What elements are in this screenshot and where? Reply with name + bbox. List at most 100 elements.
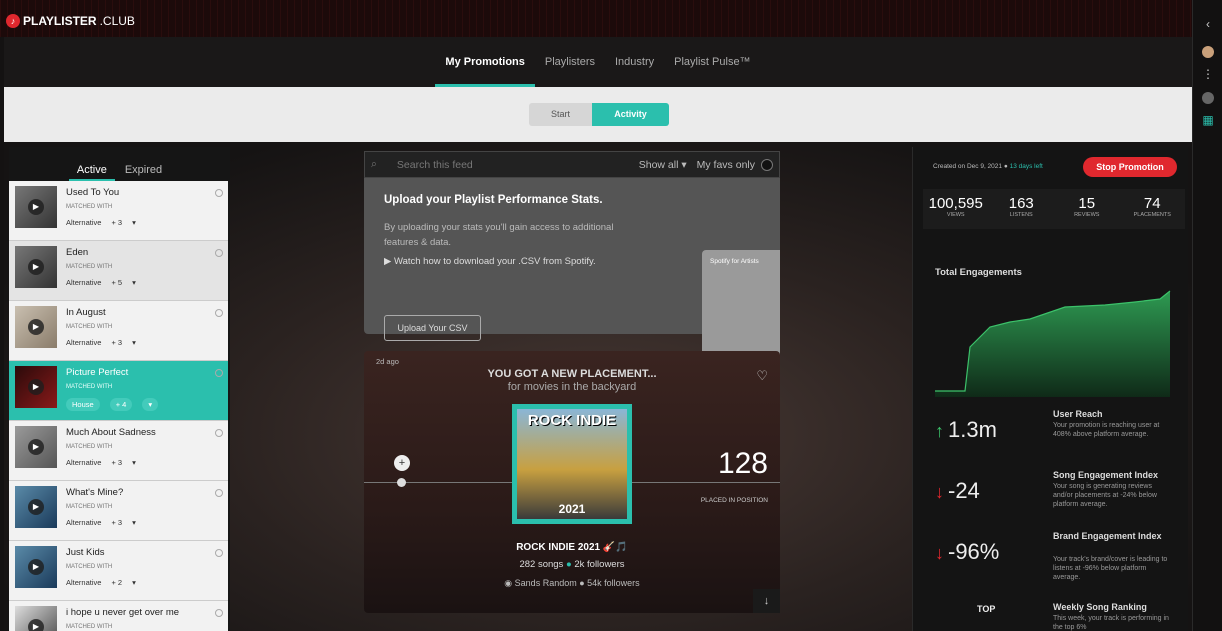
tab-playlisters[interactable]: Playlisters xyxy=(535,37,605,87)
chevron-down-icon[interactable]: ▾ xyxy=(142,398,159,411)
genre-row: House + 4 ▾ xyxy=(66,398,159,411)
upload-body: By uploading your stats you'll gain acce… xyxy=(384,222,614,248)
play-circle-icon: ▶ xyxy=(384,256,392,267)
select-radio[interactable] xyxy=(215,189,223,197)
list-item[interactable]: ▶ What's Mine? MATCHED WITH Alternative +… xyxy=(9,481,228,541)
chevron-down-icon[interactable]: ▾ xyxy=(132,518,136,527)
list-item[interactable]: ▶ In August MATCHED WITH Alternative + 3 ▾ xyxy=(9,301,228,361)
search-input[interactable]: Search this feed xyxy=(397,159,629,171)
more-genres[interactable]: + 2 xyxy=(111,578,122,587)
download-icon[interactable]: ↓ xyxy=(753,589,780,613)
stop-promotion-button[interactable]: Stop Promotion xyxy=(1083,157,1177,177)
chevron-down-icon[interactable]: ▾ xyxy=(132,338,136,347)
more-genres[interactable]: + 3 xyxy=(111,338,122,347)
more-genres[interactable]: + 5 xyxy=(111,278,122,287)
matched-label: MATCHED WITH xyxy=(66,504,113,510)
more-genres[interactable]: + 3 xyxy=(111,218,122,227)
follower-count: 2k followers xyxy=(574,559,625,570)
arrow-down-icon: ↓ xyxy=(935,543,944,563)
more-genres[interactable]: + 4 xyxy=(109,398,133,411)
placement-headline: YOU GOT A NEW PLACEMENT... xyxy=(487,368,657,380)
list-item[interactable]: ▶ Much About Sadness MATCHED WITH Altern… xyxy=(9,421,228,481)
more-genres[interactable]: + 3 xyxy=(111,518,122,527)
matched-label: MATCHED WITH xyxy=(66,624,113,630)
sub-bar: Start Activity xyxy=(4,87,1192,142)
select-radio[interactable] xyxy=(215,429,223,437)
collapse-chevron-icon[interactable]: ‹ xyxy=(1200,16,1216,32)
promotion-list: ▶ Used To You MATCHED WITH Alternative + … xyxy=(9,181,228,631)
stat-label: LISTENS xyxy=(1009,212,1033,218)
play-icon[interactable]: ▶ xyxy=(28,199,44,215)
play-icon[interactable]: ▶ xyxy=(28,619,44,631)
upload-csv-button[interactable]: Upload Your CSV xyxy=(384,315,481,341)
genre-row: Alternative + 5 ▾ xyxy=(66,278,136,287)
days-left: 13 days left xyxy=(1009,163,1043,170)
tab-expired[interactable]: Expired xyxy=(125,164,162,181)
slider-knob[interactable] xyxy=(397,478,406,487)
add-pin-icon[interactable]: + xyxy=(394,455,410,471)
stat-reviews: 15 REVIEWS xyxy=(1054,189,1120,229)
tab-active[interactable]: Active xyxy=(68,164,115,181)
select-radio[interactable] xyxy=(215,309,223,317)
song-title: Just Kids xyxy=(66,547,105,558)
chevron-down-icon[interactable]: ▾ xyxy=(132,578,136,587)
play-icon[interactable]: ▶ xyxy=(28,259,44,275)
list-item[interactable]: ▶ Used To You MATCHED WITH Alternative + … xyxy=(9,181,228,241)
curator-row[interactable]: ◉ Sands Random ● 54k followers xyxy=(364,578,780,589)
favs-toggle[interactable]: My favs only xyxy=(697,158,773,171)
dot-separator: ● xyxy=(565,559,572,570)
select-radio[interactable] xyxy=(215,549,223,557)
select-radio[interactable] xyxy=(215,369,223,377)
spotify-artists-illustration: Spotify for Artists xyxy=(702,250,780,360)
metric-value: -24 xyxy=(948,478,980,503)
cover-thumbnail: ▶ xyxy=(15,546,57,588)
start-button[interactable]: Start xyxy=(529,103,592,126)
chevron-down-icon[interactable]: ▾ xyxy=(132,278,136,287)
play-icon[interactable]: ▶ xyxy=(28,559,44,575)
play-icon[interactable]: ▶ xyxy=(28,319,44,335)
select-radio[interactable] xyxy=(215,609,223,617)
cover-thumbnail: ▶ xyxy=(15,606,57,631)
account-icon[interactable] xyxy=(1200,90,1216,106)
list-item[interactable]: ▶ Picture Perfect MATCHED WITH House + 4 ▾ xyxy=(9,361,228,421)
watch-link-label: Watch how to download your .CSV from Spo… xyxy=(393,256,596,267)
avatar[interactable] xyxy=(1200,44,1216,60)
genre-row: Alternative + 2 ▾ xyxy=(66,578,136,587)
cover-thumbnail: ▶ xyxy=(15,426,57,468)
promotions-panel: Active Expired ▶ Used To You MATCHED WIT… xyxy=(9,147,230,631)
curator-followers: 54k followers xyxy=(587,578,640,588)
heart-icon[interactable]: ♡ xyxy=(756,368,768,384)
tab-playlist-pulse[interactable]: Playlist Pulse™ xyxy=(664,37,760,87)
logo[interactable]: ♪ PLAYLISTER .CLUB xyxy=(6,14,135,28)
more-genres[interactable]: + 3 xyxy=(111,458,122,467)
chevron-down-icon[interactable]: ▾ xyxy=(132,218,136,227)
playlist-stats: 282 songs ● 2k followers xyxy=(364,559,780,570)
more-icon[interactable]: ⋮ xyxy=(1200,66,1216,82)
list-item[interactable]: ▶ Just Kids MATCHED WITH Alternative + 2 ▾ xyxy=(9,541,228,601)
matched-label: MATCHED WITH xyxy=(66,384,113,390)
placement-card: 2d ago YOU GOT A NEW PLACEMENT... for mo… xyxy=(364,351,780,613)
tab-my-promotions[interactable]: My Promotions xyxy=(435,37,536,87)
list-item[interactable]: ▶ Eden MATCHED WITH Alternative + 5 ▾ xyxy=(9,241,228,301)
tab-industry[interactable]: Industry xyxy=(605,37,664,87)
stat-label: VIEWS xyxy=(946,212,965,218)
matched-label: MATCHED WITH xyxy=(66,204,113,210)
select-radio[interactable] xyxy=(215,489,223,497)
metric-title: Song Engagement Index xyxy=(1053,470,1159,480)
list-item[interactable]: ▶ i hope u never get over me MATCHED WIT… xyxy=(9,601,228,631)
dashboard-icon[interactable]: ▦ xyxy=(1200,112,1216,128)
play-icon[interactable]: ▶ xyxy=(28,499,44,515)
select-radio[interactable] xyxy=(215,249,223,257)
show-all-label: Show all xyxy=(638,158,679,171)
chevron-down-icon[interactable]: ▾ xyxy=(132,458,136,467)
play-icon[interactable]: ▶ xyxy=(28,379,44,395)
genre-tag: Alternative xyxy=(66,338,102,347)
metric-value: -96% xyxy=(948,539,1000,564)
play-icon[interactable]: ▶ xyxy=(28,439,44,455)
show-all-dropdown[interactable]: Show all ▾ xyxy=(639,159,687,171)
stat-value: 163 xyxy=(1008,195,1034,212)
activity-button[interactable]: Activity xyxy=(592,103,669,126)
matched-label: MATCHED WITH xyxy=(66,324,113,330)
feed-search-bar: ⌕ Search this feed Show all ▾ My favs on… xyxy=(364,151,780,178)
favs-switch[interactable] xyxy=(761,158,773,171)
